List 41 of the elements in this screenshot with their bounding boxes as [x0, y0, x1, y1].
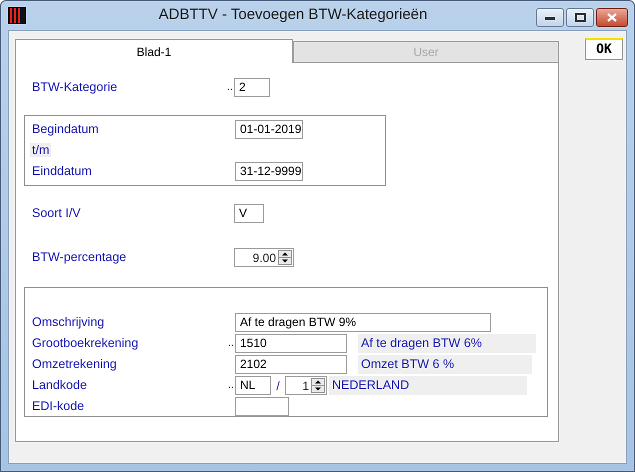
country-name: NEDERLAND — [329, 376, 527, 395]
input-field[interactable]: 31-12-9999 — [235, 162, 303, 181]
input-field[interactable]: 1510 — [235, 334, 347, 353]
field-label: Omzetrekening — [32, 357, 117, 372]
input-field[interactable]: 01-01-2019 — [235, 120, 303, 139]
lookup-marker[interactable]: .. — [223, 335, 235, 352]
input-field[interactable]: Af te dragen BTW 9% — [235, 313, 491, 332]
app-icon — [8, 7, 26, 24]
tab[interactable]: Blad-1 — [15, 39, 293, 63]
maximize-button[interactable] — [566, 8, 594, 27]
field-label: Einddatum — [32, 164, 92, 178]
field-label: Soort I/V — [32, 206, 81, 220]
field-label: Grootboekrekening — [32, 336, 138, 350]
account-description: Af te dragen BTW 6% — [358, 334, 536, 353]
lookup-marker[interactable]: .. — [222, 79, 234, 96]
field-label: BTW-Kategorie — [32, 80, 118, 94]
spinner-arrows-icon[interactable] — [278, 250, 292, 265]
field-label: BTW-percentage — [32, 250, 126, 264]
lookup-marker[interactable]: .. — [223, 377, 235, 394]
input-field[interactable]: V — [234, 204, 264, 223]
number-spinner[interactable]: 9.00 — [234, 248, 294, 267]
close-button[interactable] — [596, 8, 628, 27]
field-label: Omschrijving — [32, 315, 104, 330]
window-title: ADBTTV - Toevoegen BTW-Kategorieën — [158, 5, 428, 26]
field-label: EDI-kode — [32, 399, 84, 414]
spinner-arrows-icon[interactable] — [311, 378, 325, 393]
separator-text: / — [275, 378, 281, 394]
field-label: Landkode — [32, 378, 87, 392]
number-spinner[interactable]: 1 — [285, 376, 327, 395]
input-field[interactable]: NL — [235, 376, 271, 395]
close-icon — [607, 13, 617, 22]
ok-button[interactable]: OK — [585, 38, 623, 60]
minimize-button[interactable] — [536, 8, 564, 27]
input-field[interactable]: 2 — [234, 78, 270, 97]
field-label: Begindatum — [32, 122, 99, 136]
input-field[interactable] — [235, 397, 289, 416]
account-description: Omzet BTW 6 % — [358, 355, 532, 374]
maximize-icon — [574, 13, 586, 22]
minimize-icon — [545, 16, 555, 20]
input-field[interactable]: 2102 — [235, 355, 347, 374]
field-label: t/m — [30, 143, 52, 158]
